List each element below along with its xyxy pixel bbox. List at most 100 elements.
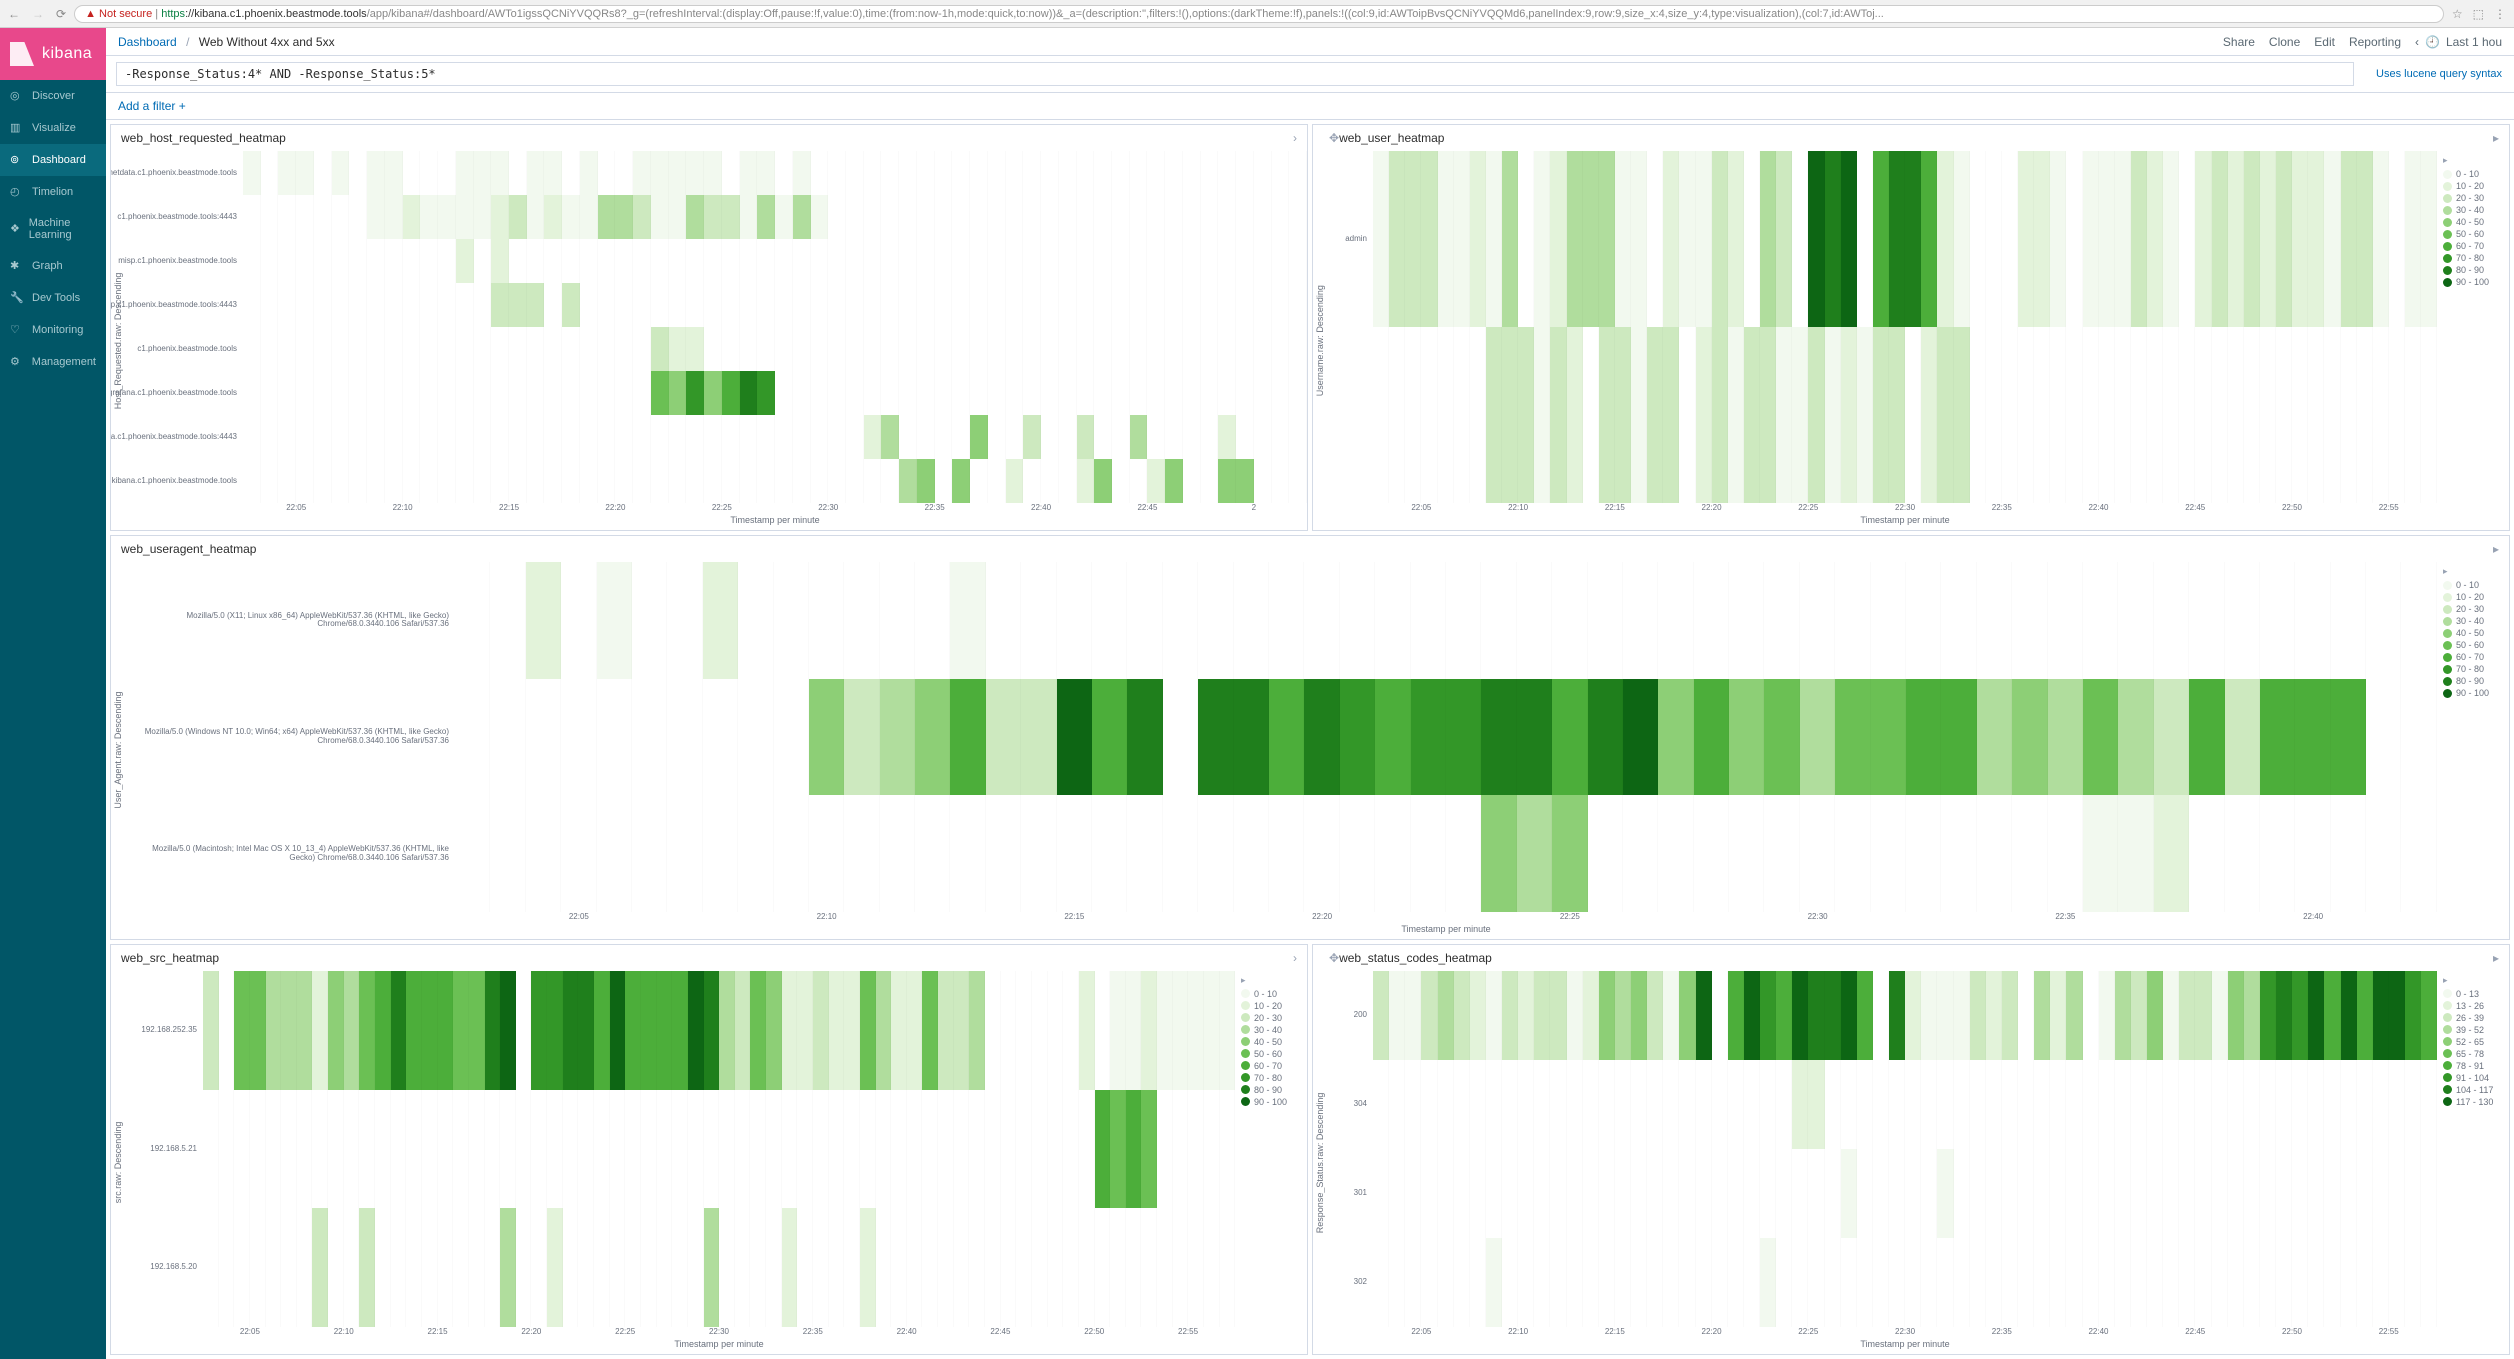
heatmap-cell[interactable]: [641, 1090, 657, 1209]
heatmap-cell[interactable]: [1873, 1149, 1889, 1238]
heatmap-cell[interactable]: [651, 283, 669, 327]
heatmap-cell[interactable]: [1147, 195, 1165, 239]
heatmap-cell[interactable]: [669, 327, 687, 371]
heatmap-cell[interactable]: [625, 1208, 641, 1327]
heatmap-cell[interactable]: [829, 1208, 845, 1327]
heatmap-cell[interactable]: [1712, 327, 1728, 503]
heatmap-cell[interactable]: [2083, 1149, 2099, 1238]
heatmap-cell[interactable]: [657, 971, 673, 1090]
heatmap-cell[interactable]: [491, 327, 509, 371]
heatmap-cell[interactable]: [1454, 1149, 1470, 1238]
heatmap-cell[interactable]: [935, 239, 953, 283]
sidebar-item-dashboard[interactable]: ⊚Dashboard: [0, 144, 106, 176]
heatmap-cell[interactable]: [1236, 283, 1254, 327]
heatmap-cell[interactable]: [704, 1208, 720, 1327]
heatmap-cell[interactable]: [1871, 795, 1906, 912]
heatmap-cell[interactable]: [314, 195, 332, 239]
heatmap-cell[interactable]: [281, 971, 297, 1090]
heatmap-cell[interactable]: [704, 459, 722, 503]
heatmap-cell[interactable]: [562, 195, 580, 239]
heatmap-cell[interactable]: [1147, 151, 1165, 195]
heatmap-cell[interactable]: [1077, 371, 1095, 415]
heatmap-cell[interactable]: [1141, 971, 1157, 1090]
heatmap-cell[interactable]: [2260, 679, 2295, 796]
heatmap-cell[interactable]: [344, 1208, 360, 1327]
heatmap-cell[interactable]: [2373, 1149, 2389, 1238]
heatmap-cell[interactable]: [509, 371, 527, 415]
heatmap-cell[interactable]: [491, 283, 509, 327]
pager-arrow-icon[interactable]: ›: [1293, 131, 1297, 145]
heatmap-cell[interactable]: [686, 327, 704, 371]
heatmap-cell[interactable]: [633, 327, 651, 371]
heatmap-cell[interactable]: [986, 679, 1021, 796]
heatmap-cell[interactable]: [547, 971, 563, 1090]
heatmap-cell[interactable]: [438, 371, 456, 415]
heatmap-cell[interactable]: [527, 195, 545, 239]
heatmap-cell[interactable]: [2066, 1149, 2082, 1238]
heatmap-cell[interactable]: [907, 971, 923, 1090]
heatmap-cell[interactable]: [1615, 1238, 1631, 1327]
heatmap-cell[interactable]: [1470, 327, 1486, 503]
heatmap-cell[interactable]: [2228, 327, 2244, 503]
heatmap-cell[interactable]: [1647, 1149, 1663, 1238]
heatmap-cell[interactable]: [2341, 151, 2357, 327]
heatmap-cell[interactable]: [1825, 151, 1841, 327]
heatmap-cell[interactable]: [1760, 1060, 1776, 1149]
legend-item[interactable]: 50 - 60: [1241, 1049, 1301, 1059]
heatmap-cell[interactable]: [969, 971, 985, 1090]
heatmap-cell[interactable]: [456, 195, 474, 239]
heatmap-cell[interactable]: [1183, 151, 1201, 195]
heatmap-cell[interactable]: [420, 459, 438, 503]
heatmap-cell[interactable]: [2050, 971, 2066, 1060]
sidebar-item-management[interactable]: ⚙Management: [0, 346, 106, 378]
heatmap-cell[interactable]: [281, 1090, 297, 1209]
heatmap-cell[interactable]: [988, 283, 1006, 327]
heatmap-cell[interactable]: [688, 1208, 704, 1327]
heatmap-cell[interactable]: [793, 151, 811, 195]
heatmap-cell[interactable]: [1147, 371, 1165, 415]
heatmap-cell[interactable]: [881, 283, 899, 327]
heatmap-cell[interactable]: [2154, 795, 2189, 912]
heatmap-cell[interactable]: [1438, 1060, 1454, 1149]
heatmap-cell[interactable]: [563, 1208, 579, 1327]
pager-arrow-icon[interactable]: ▸: [2493, 951, 2499, 965]
heatmap-cell[interactable]: [1389, 1060, 1405, 1149]
heatmap-cell[interactable]: [1776, 327, 1792, 503]
heatmap-cell[interactable]: [1130, 371, 1148, 415]
heatmap-cell[interactable]: [2324, 151, 2340, 327]
heatmap-cell[interactable]: [757, 151, 775, 195]
legend-arrow-icon[interactable]: ▸: [2443, 155, 2503, 166]
heatmap-cell[interactable]: [2048, 562, 2083, 679]
heatmap-cell[interactable]: [2292, 1238, 2308, 1327]
heatmap-cell[interactable]: [1389, 1149, 1405, 1238]
heatmap-cell[interactable]: [864, 459, 882, 503]
heatmap-cell[interactable]: [1269, 795, 1304, 912]
heatmap-cell[interactable]: [2331, 679, 2366, 796]
heatmap-cell[interactable]: [1534, 327, 1550, 503]
heatmap-cell[interactable]: [403, 239, 421, 283]
heatmap-cell[interactable]: [1841, 1238, 1857, 1327]
heatmap-cell[interactable]: [469, 971, 485, 1090]
heatmap-cell[interactable]: [740, 283, 758, 327]
heatmap-cell[interactable]: [2324, 327, 2340, 503]
heatmap-cell[interactable]: [864, 327, 882, 371]
heatmap-cell[interactable]: [1421, 1238, 1437, 1327]
heatmap-cell[interactable]: [1373, 151, 1389, 327]
heatmap-cell[interactable]: [615, 195, 633, 239]
heatmap-cell[interactable]: [1567, 151, 1583, 327]
heatmap-cell[interactable]: [2195, 1060, 2211, 1149]
heatmap-cell[interactable]: [1272, 195, 1290, 239]
heatmap-cell[interactable]: [491, 195, 509, 239]
heatmap-cell[interactable]: [1446, 795, 1481, 912]
heatmap-cell[interactable]: [1048, 971, 1064, 1090]
heatmap-cell[interactable]: [844, 971, 860, 1090]
heatmap-cell[interactable]: [2366, 562, 2401, 679]
heatmap-cell[interactable]: [1375, 795, 1410, 912]
heatmap-cell[interactable]: [1421, 1060, 1437, 1149]
heatmap-cell[interactable]: [349, 151, 367, 195]
heatmap-cell[interactable]: [738, 562, 773, 679]
heatmap-cell[interactable]: [1857, 971, 1873, 1060]
heatmap-cell[interactable]: [527, 151, 545, 195]
heatmap-cell[interactable]: [952, 327, 970, 371]
heatmap-cell[interactable]: [2115, 1149, 2131, 1238]
